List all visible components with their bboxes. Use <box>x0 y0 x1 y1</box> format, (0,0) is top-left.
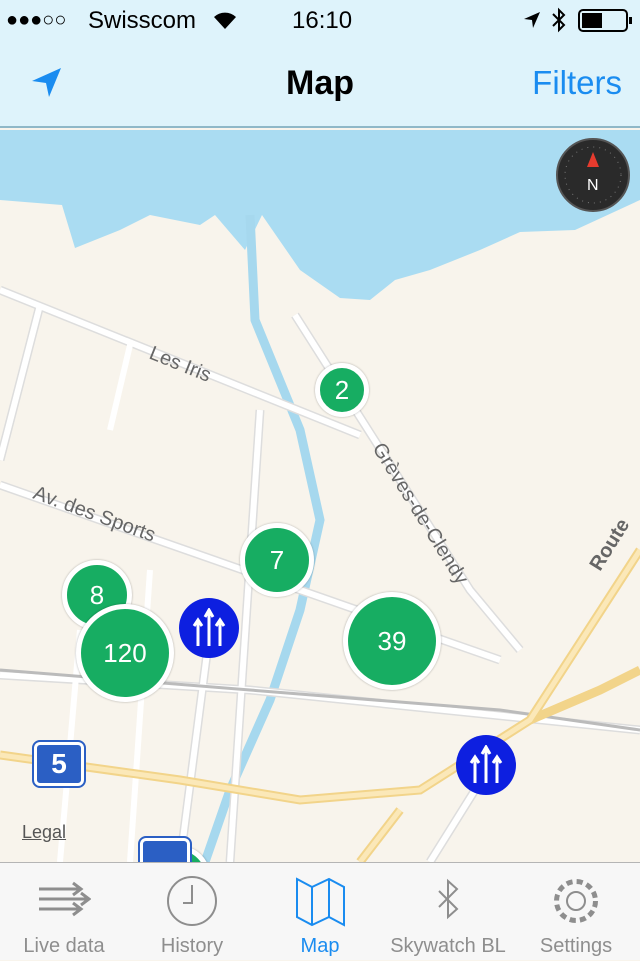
tab-label: Map <box>300 935 340 957</box>
bluetooth-status-icon <box>552 7 566 33</box>
svg-text:N: N <box>587 177 599 194</box>
clock: 16:10 <box>292 7 353 34</box>
arrows-up-icon <box>192 608 226 646</box>
navigation-bar: Map Filters <box>0 40 640 128</box>
carrier: Swisscom <box>88 7 197 34</box>
tab-skywatch-bl[interactable]: Skywatch BL <box>384 863 512 961</box>
street-label-les-iris: Les Iris <box>146 342 214 387</box>
bluetooth-icon <box>438 878 459 920</box>
bluetooth-device-marker[interactable] <box>456 735 516 795</box>
street-label-greves-de-clendy: Grèves-de-Clendy <box>368 439 473 588</box>
legal-link[interactable]: Legal <box>22 822 66 843</box>
tab-label: History <box>160 935 224 957</box>
wifi-icon <box>214 12 236 29</box>
cluster-marker[interactable]: 2 <box>315 363 369 417</box>
route-sign-partial <box>138 836 192 862</box>
tab-settings[interactable]: Settings <box>512 863 640 961</box>
clock-icon <box>167 876 217 926</box>
compass-button[interactable]: N <box>556 138 630 212</box>
route-sign: 5 <box>32 740 86 788</box>
status-bar: ●●●○○ Swisscom 16:10 <box>0 0 640 40</box>
tab-label: Skywatch BL <box>390 935 506 957</box>
filters-button[interactable]: Filters <box>532 64 622 102</box>
tab-live-data[interactable]: Live data <box>0 863 128 961</box>
cluster-marker[interactable]: 120 <box>76 604 174 702</box>
tab-history[interactable]: History <box>128 863 256 961</box>
cluster-marker[interactable]: 39 <box>343 592 441 690</box>
map-canvas[interactable]: Les Iris Av. des Sports Grèves-de-Clendy… <box>0 130 640 862</box>
signal-strength: ●●●○○ <box>6 9 67 31</box>
live-data-icon <box>39 881 91 917</box>
bluetooth-device-marker[interactable] <box>179 598 239 658</box>
compass-icon: N <box>564 146 622 204</box>
street-label-av-des-sports: Av. des Sports <box>30 482 158 547</box>
location-status-icon <box>524 12 540 28</box>
lake-water <box>0 130 640 300</box>
tab-label: Settings <box>539 935 613 957</box>
map-view[interactable]: Les Iris Av. des Sports Grèves-de-Clendy… <box>0 130 640 862</box>
arrows-up-icon <box>469 745 503 783</box>
map-icon <box>296 877 345 927</box>
tab-map[interactable]: Map <box>256 863 384 961</box>
tab-label: Live data <box>23 935 105 957</box>
gear-icon <box>554 879 598 923</box>
tab-bar: Live data History Map Skywatch BL Settin… <box>0 862 640 960</box>
cluster-marker[interactable]: 7 <box>240 523 314 597</box>
battery-icon <box>578 9 632 32</box>
